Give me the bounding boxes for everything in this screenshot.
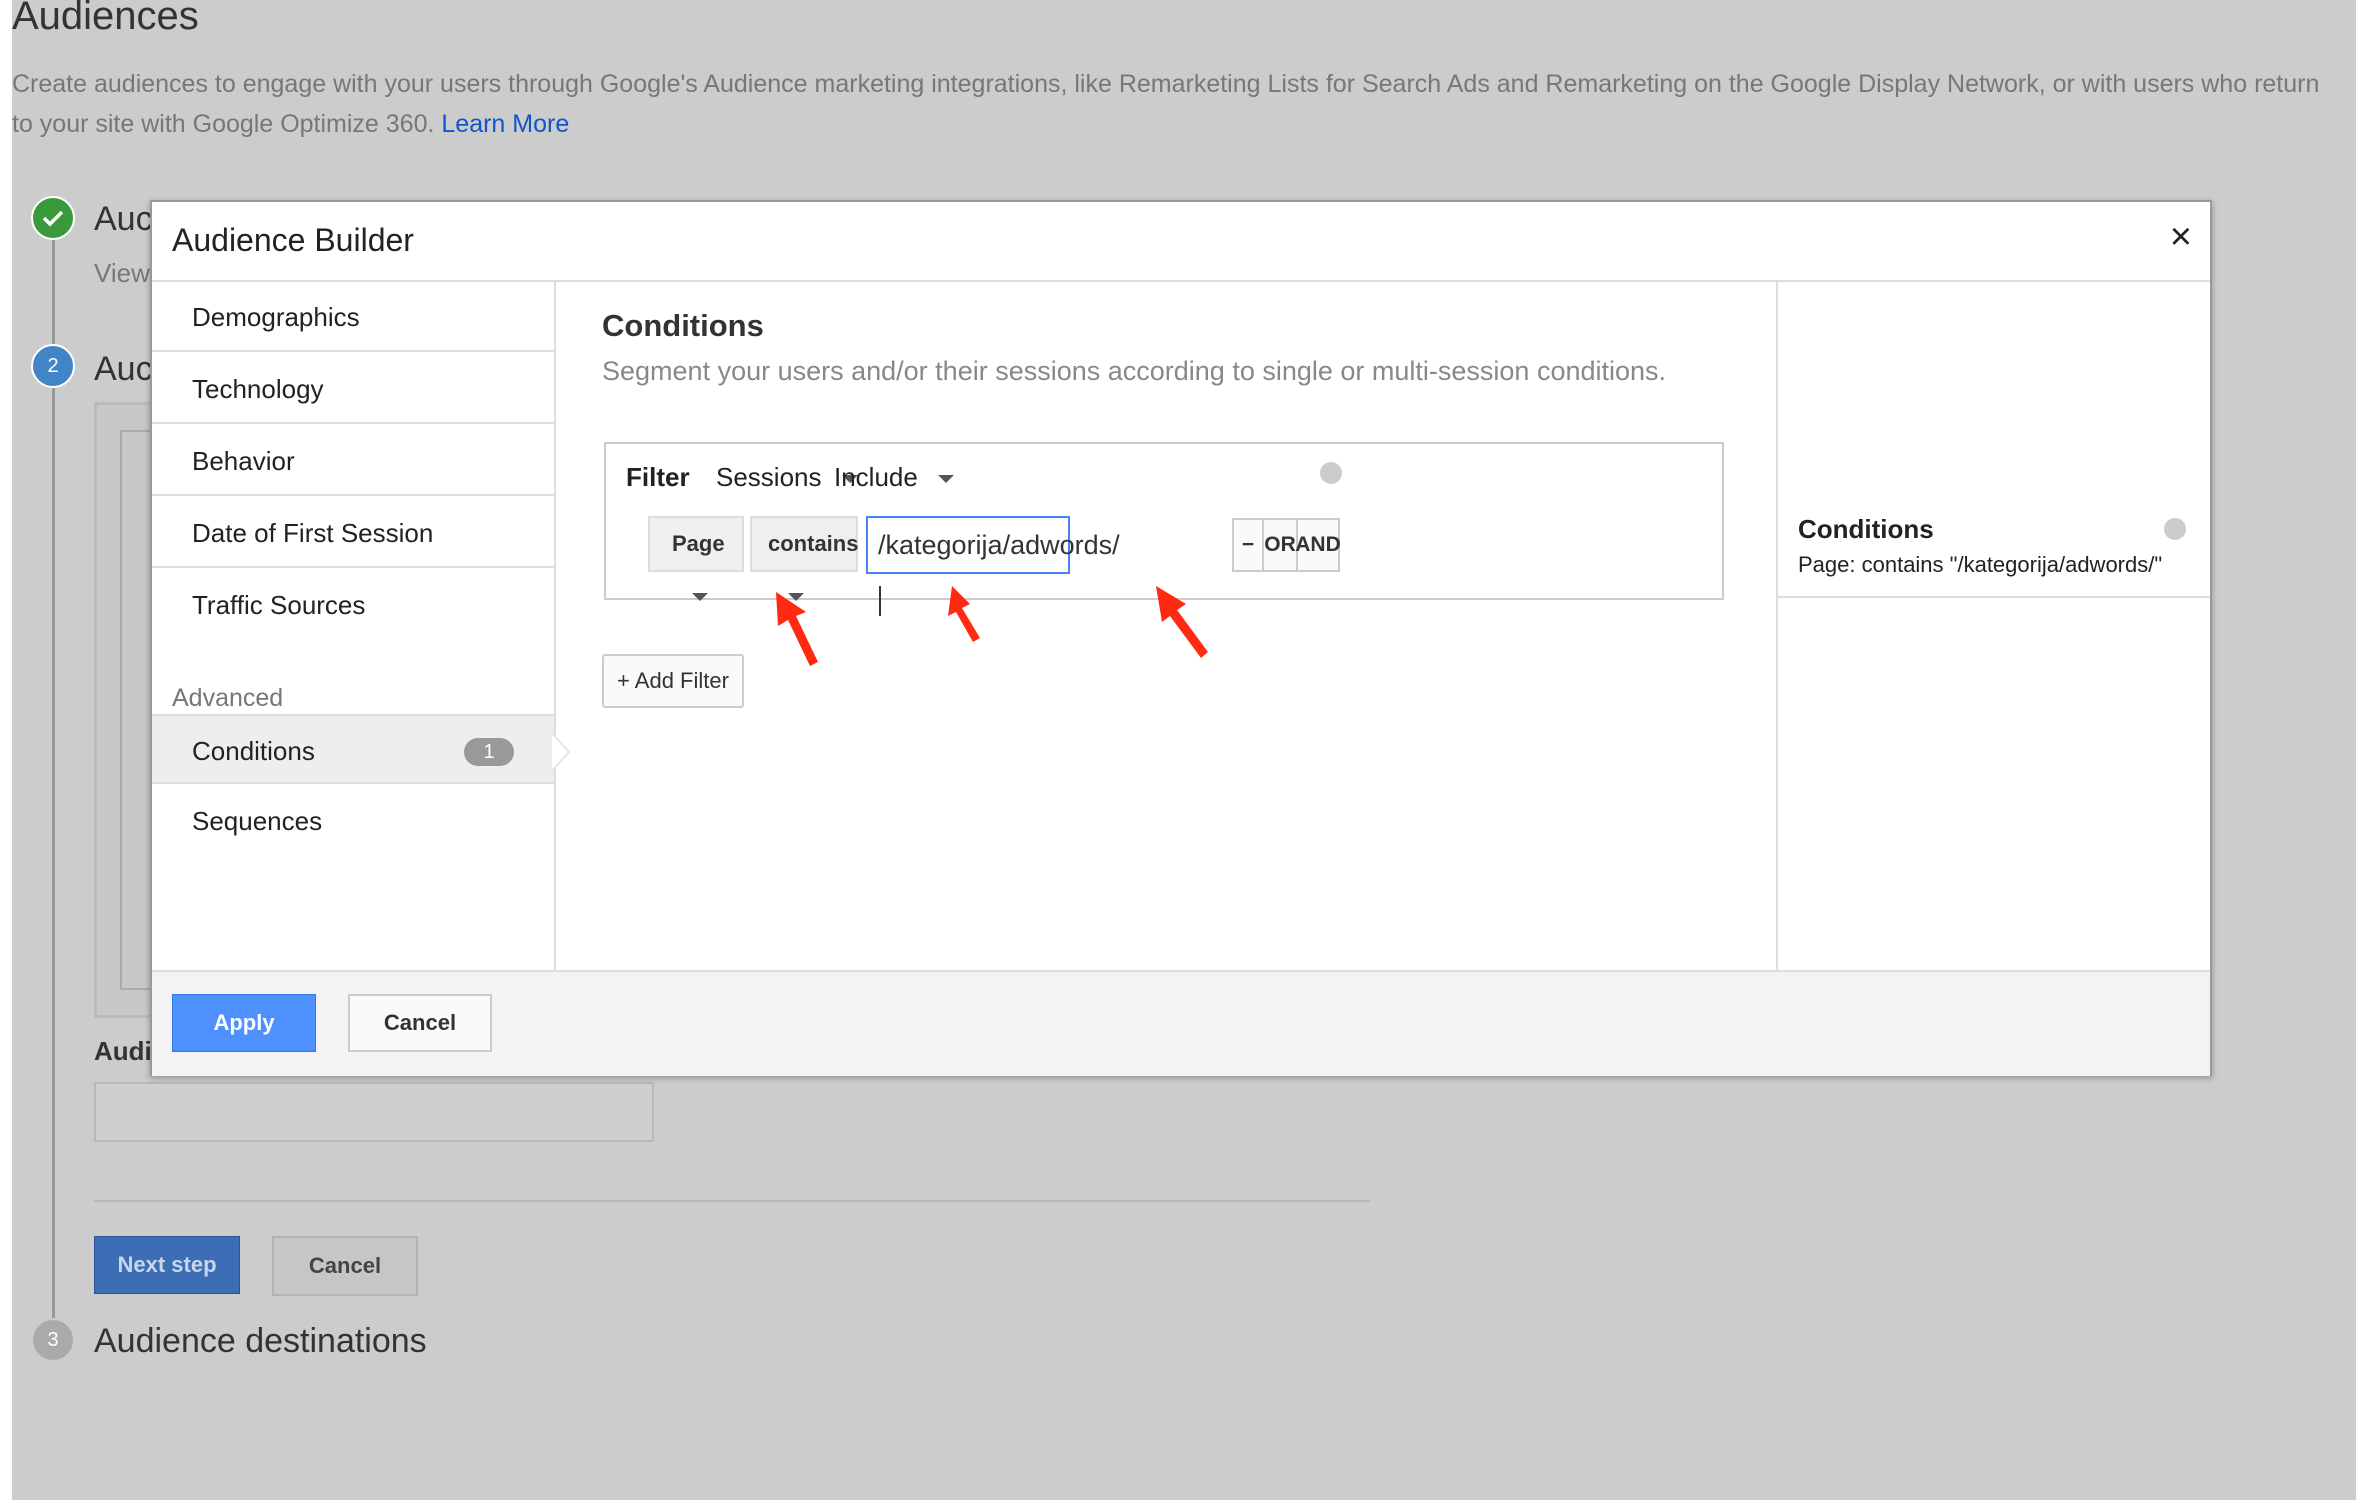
conditions-count-badge: 1 — [464, 738, 514, 766]
modal-title: Audience Builder — [172, 222, 414, 258]
conditions-description: Segment your users and/or their sessions… — [602, 356, 1667, 386]
sidebar-item-demographics[interactable]: Demographics — [152, 282, 554, 352]
summary-divider — [1778, 596, 2210, 598]
check-icon — [31, 196, 75, 240]
scope-value: Sessions — [716, 462, 822, 492]
cancel-button[interactable]: Cancel — [348, 994, 492, 1052]
audience-name-input[interactable] — [94, 1082, 654, 1142]
chevron-down-icon — [692, 593, 708, 602]
sidebar-item-date-of-first-session[interactable]: Date of First Session — [152, 498, 554, 568]
and-button[interactable]: AND — [1295, 520, 1341, 570]
summary-condition-text: Page: contains "/kategorija/adwords/" — [1798, 552, 2163, 577]
sidebar-item-label: Conditions — [192, 736, 315, 766]
step1-title: Auc — [94, 200, 153, 238]
sidebar-advanced-heading: Advanced — [172, 684, 284, 712]
sidebar-item-conditions[interactable]: Conditions 1 — [152, 714, 554, 784]
sidebar-item-behavior[interactable]: Behavior — [152, 426, 554, 496]
remove-filter-icon[interactable] — [1320, 462, 1342, 484]
filter-label: Filter — [626, 462, 690, 492]
builder-sidebar: Demographics Technology Behavior Date of… — [152, 282, 556, 970]
logic-button-group: − OR AND — [1232, 518, 1341, 572]
dimension-value: Page — [672, 531, 725, 556]
learn-more-link[interactable]: Learn More — [441, 110, 569, 138]
dimension-select[interactable]: Page — [648, 516, 744, 602]
chevron-down-icon — [788, 593, 804, 602]
conditions-panel: Conditions Segment your users and/or the… — [556, 282, 1774, 970]
page-description: Create audiences to engage with your use… — [12, 64, 2342, 144]
summary-panel: Conditions Page: contains "/kategorija/a… — [1776, 282, 2210, 970]
audience-builder-modal: Audience Builder × Demographics Technolo… — [150, 200, 2212, 1076]
step2-number: 2 — [31, 344, 75, 388]
filter-box: Filter Sessions Include Page contains /k… — [604, 442, 1724, 616]
add-filter-button[interactable]: + Add Filter — [602, 654, 744, 708]
step3-title: Audience destinations — [94, 1322, 427, 1360]
step2-content-inner — [120, 430, 154, 990]
condition-value-input[interactable]: /kategorija/adwords/ — [866, 516, 1120, 616]
step2-title: Auc — [94, 350, 153, 388]
remove-summary-icon[interactable] — [2164, 518, 2186, 540]
conditions-title: Conditions — [602, 308, 764, 343]
sidebar-item-traffic-sources[interactable]: Traffic Sources — [152, 570, 554, 640]
chevron-down-icon — [937, 475, 954, 484]
summary-title: Conditions — [1798, 514, 1934, 544]
close-icon[interactable]: × — [2170, 216, 2192, 259]
modal-header: Audience Builder × — [152, 202, 2210, 282]
step1-subtitle: View — [94, 258, 150, 288]
page-title: Audiences — [12, 0, 199, 38]
or-button[interactable]: OR — [1264, 520, 1298, 570]
next-step-button[interactable]: Next step — [94, 1236, 240, 1294]
apply-button[interactable]: Apply — [172, 994, 316, 1052]
step-divider — [94, 1200, 1370, 1202]
condition-value: /kategorija/adwords/ — [878, 530, 1120, 560]
modal-footer: Apply Cancel — [152, 970, 2210, 1076]
audience-name-label: Audi — [94, 1036, 152, 1066]
step-cancel-button[interactable]: Cancel — [272, 1236, 418, 1296]
sidebar-item-sequences[interactable]: Sequences — [152, 786, 554, 856]
description-text: Create audiences to engage with your use… — [12, 70, 2320, 138]
step3-number: 3 — [31, 1318, 75, 1362]
text-cursor — [879, 585, 881, 616]
mode-value: Include — [834, 462, 918, 492]
operator-value: contains — [768, 531, 859, 556]
mode-dropdown[interactable]: Include — [834, 462, 954, 493]
remove-condition-button[interactable]: − — [1234, 520, 1264, 570]
steps-timeline — [52, 230, 55, 1320]
operator-select[interactable]: contains — [750, 516, 859, 602]
sidebar-item-technology[interactable]: Technology — [152, 354, 554, 424]
